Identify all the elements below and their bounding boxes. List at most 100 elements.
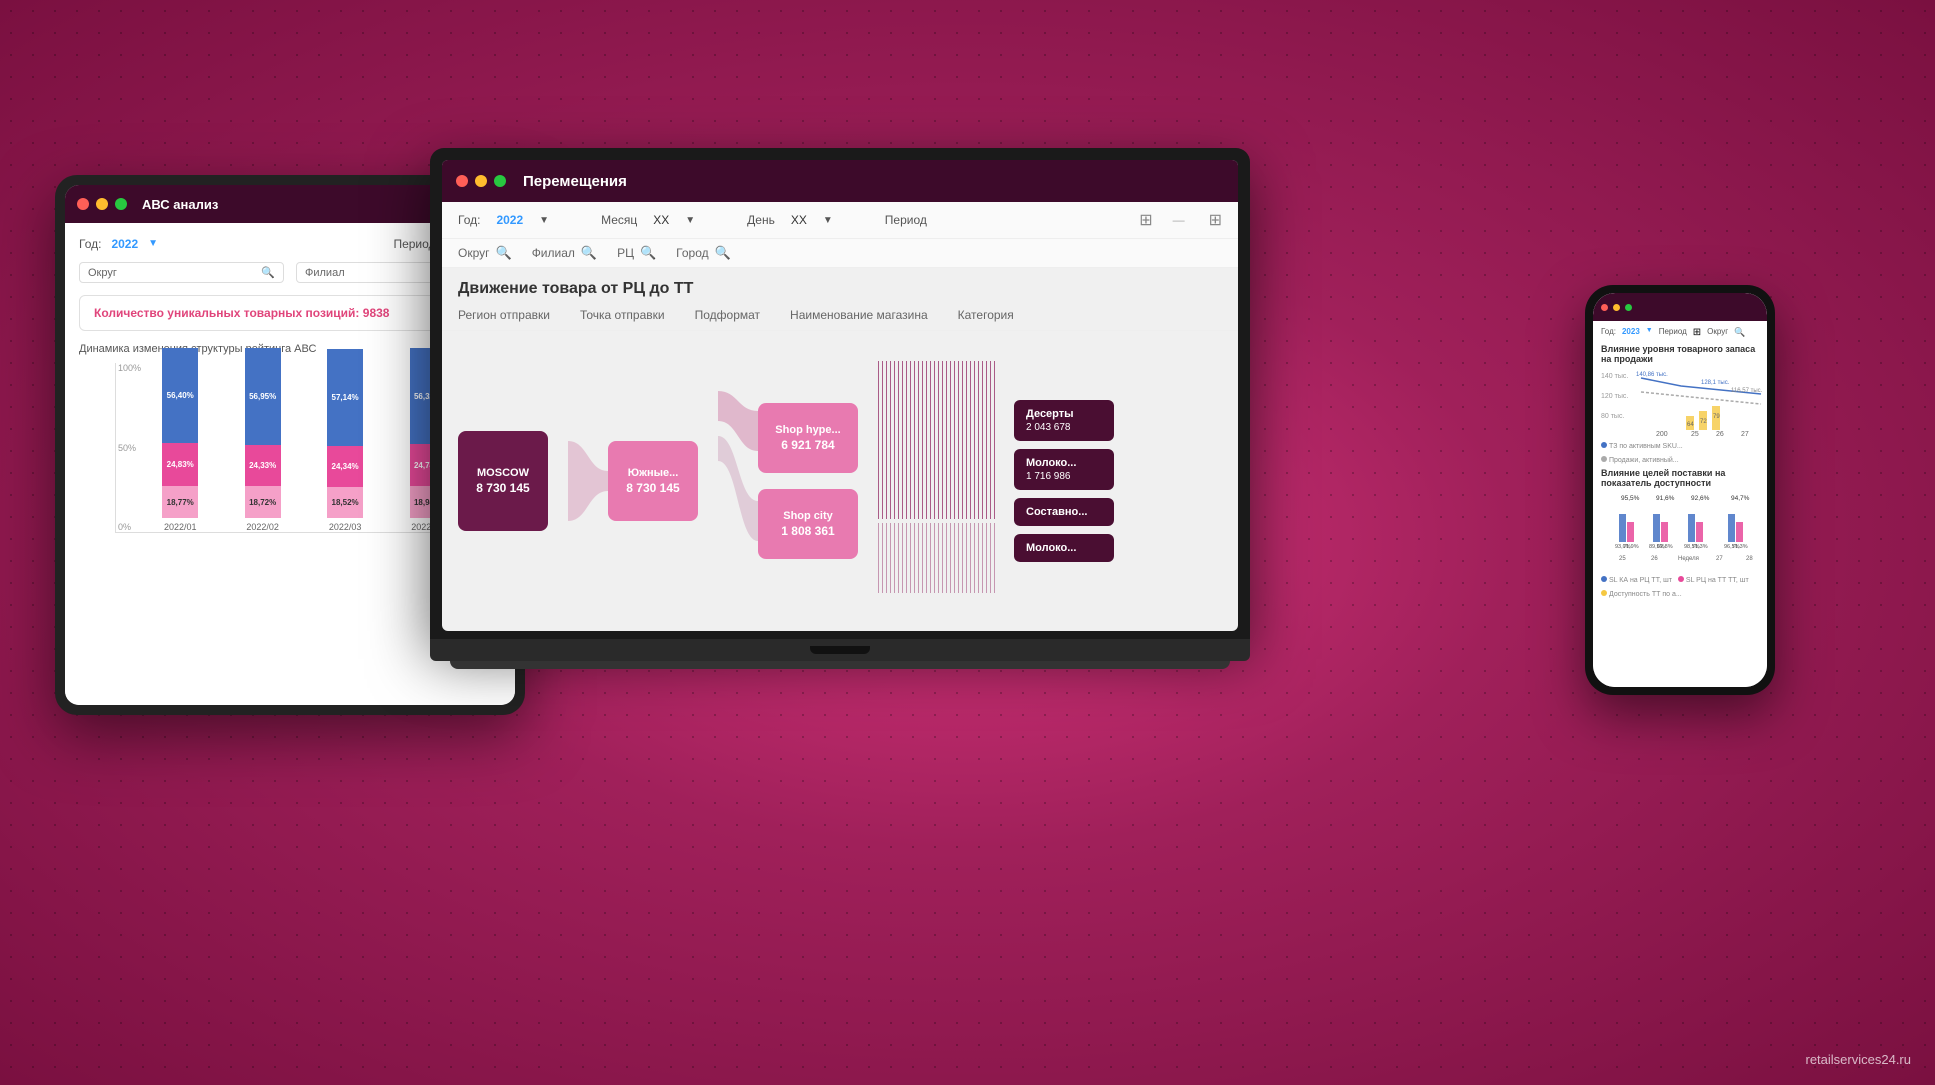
phone-dot-red [1601,304,1608,311]
node-shop-city-val: 1 808 361 [781,524,834,538]
tab-category[interactable]: Категория [958,308,1014,322]
dot-green[interactable] [115,198,127,210]
filter-okrug-label: Округ [458,246,490,260]
phone-filter-row: Год: 2023 ▼ Период ⊞ Округ 🔍 [1601,327,1759,338]
cat-desserts-label: Десерты [1026,408,1102,420]
laptop-dot-yellow[interactable] [475,175,487,187]
node-yuzhnye-wrapper: Южные... 8 730 145 [608,441,698,521]
category-nodes: Десерты 2 043 678 Молоко... 1 716 986 Со… [1014,400,1114,562]
bar-b-1: 24,83% [162,443,198,486]
bar-group-3: 57,14% 24,34% 18,52% 2022/03 [307,348,383,532]
toolbar-day-value[interactable]: ХХ [791,213,807,227]
filter-city[interactable]: Город 🔍 [676,245,731,261]
tab-shopname[interactable]: Наименование магазина [790,308,928,322]
bar-a-1: 18,77% [162,486,198,518]
filter-rc-label: РЦ [617,246,634,260]
bar-label-3: 2022/03 [329,522,362,532]
bar-label-1: 2022/01 [164,522,197,532]
svg-text:25: 25 [1619,556,1626,562]
year-dropdown-icon[interactable]: ▼ [148,238,158,249]
node-shop-city: Shop city 1 808 361 [758,489,858,559]
filter-filial-icon[interactable]: 🔍 [581,245,597,261]
svg-text:92,6%: 92,6% [1691,495,1710,502]
filter-rc[interactable]: РЦ 🔍 [617,245,656,261]
tab-region[interactable]: Регион отправки [458,308,550,322]
node-yuzhnye-val: 8 730 145 [626,481,679,495]
kpi-value: 9838 [363,306,390,320]
bar-label-2: 2022/02 [246,522,279,532]
toolbar-year-label: Год: [458,213,480,227]
laptop-base [430,639,1250,661]
section-title: Движение товара от РЦ до ТТ [442,268,1238,304]
phone-dot-yellow [1613,304,1620,311]
svg-text:120 тыс.: 120 тыс. [1601,393,1628,400]
node-yuzhnye: Южные... 8 730 145 [608,441,698,521]
flow-2 [718,381,758,581]
svg-text:91,6%: 91,6% [1656,495,1675,502]
toolbar-grid-2[interactable]: ⊞ [1209,210,1222,230]
laptop-dot-red[interactable] [456,175,468,187]
watermark: retailservices24.ru [1806,1052,1912,1067]
phone-content: Год: 2023 ▼ Период ⊞ Округ 🔍 Влияние уро… [1593,321,1767,687]
bar-c-1: 56,40% [162,348,198,443]
phone-grid-icon[interactable]: ⊞ [1693,327,1701,338]
tab-subformat[interactable]: Подформат [695,308,760,322]
bar-group-1: 56,40% 24,83% 18,77% 2022/01 [142,348,218,532]
svg-text:71,9%: 71,9% [1623,544,1639,550]
filter-okrug[interactable]: Округ 🔍 [458,245,512,261]
laptop-dot-green[interactable] [494,175,506,187]
filter-city-icon[interactable]: 🔍 [715,245,731,261]
okrug-search-icon[interactable]: 🔍 [261,266,275,279]
svg-text:79: 79 [1713,414,1720,420]
toolbar-year-arrow[interactable]: ▼ [539,215,549,226]
toolbar-year-value[interactable]: 2022 [496,213,523,227]
bar-b-2: 24,33% [245,445,281,486]
dot-yellow[interactable] [96,198,108,210]
app-titlebar: Перемещения [442,160,1238,202]
bar-c-2: 56,95% [245,348,281,445]
year-value[interactable]: 2022 [111,237,138,251]
tablet-title: АВС анализ [142,197,218,212]
bar-a-3: 18,52% [327,487,363,518]
phone-legend1: ТЗ по активным SKU... Продажи, активный.… [1601,442,1759,464]
cat-moloko2: Молоко... [1014,534,1114,562]
toolbar-day-arrow[interactable]: ▼ [823,215,833,226]
filter-okrug-icon[interactable]: 🔍 [496,245,512,261]
svg-text:71,3%: 71,3% [1692,544,1708,550]
svg-text:25: 25 [1691,431,1699,438]
okrug-search[interactable]: Округ 🔍 [79,262,284,283]
svg-text:27: 27 [1716,556,1723,562]
svg-text:128,1 тыс.: 128,1 тыс. [1701,380,1730,386]
flow-1 [568,431,608,531]
cat-sostavno: Составно... [1014,498,1114,526]
toolbar-month-arrow[interactable]: ▼ [685,215,695,226]
laptop-notch [810,646,870,654]
tab-point[interactable]: Точка отправки [580,308,665,322]
toolbar-month-label: Месяц [601,213,637,227]
okrug-label: Округ [88,267,117,279]
node-yuzhnye-label: Южные... [628,467,679,479]
phone-titlebar [1593,293,1767,321]
phone-screen: Год: 2023 ▼ Период ⊞ Округ 🔍 Влияние уро… [1593,293,1767,687]
phone-device: Год: 2023 ▼ Период ⊞ Округ 🔍 Влияние уро… [1585,285,1775,695]
svg-text:Неделя: Неделя [1678,556,1699,562]
app-title: Перемещения [523,173,627,190]
phone-chart2: 95,5% 91,6% 92,6% 94,7% [1601,492,1759,572]
filter-filial[interactable]: Филиал 🔍 [532,245,597,261]
svg-text:140 тыс.: 140 тыс. [1601,373,1628,380]
y-0: 0% [118,522,141,532]
filial-label: Филиал [305,267,345,279]
shop-nodes: Shop hype... 6 921 784 Shop city 1 808 3… [758,403,858,559]
phone-year-label: Год: [1601,327,1616,338]
filter-rc-icon[interactable]: 🔍 [640,245,656,261]
phone-okrug-search[interactable]: 🔍 [1734,327,1745,338]
cat-moloko1-label: Молоко... [1026,457,1102,469]
filter-filial-label: Филиал [532,246,575,260]
svg-text:71,3%: 71,3% [1732,544,1748,550]
svg-text:28: 28 [1746,556,1753,562]
phone-year-arrow[interactable]: ▼ [1646,327,1653,338]
toolbar-month-value[interactable]: ХХ [653,213,669,227]
toolbar-grid-1[interactable]: ⊞ [1139,210,1152,230]
phone-year-value[interactable]: 2023 [1622,327,1640,338]
dot-red[interactable] [77,198,89,210]
